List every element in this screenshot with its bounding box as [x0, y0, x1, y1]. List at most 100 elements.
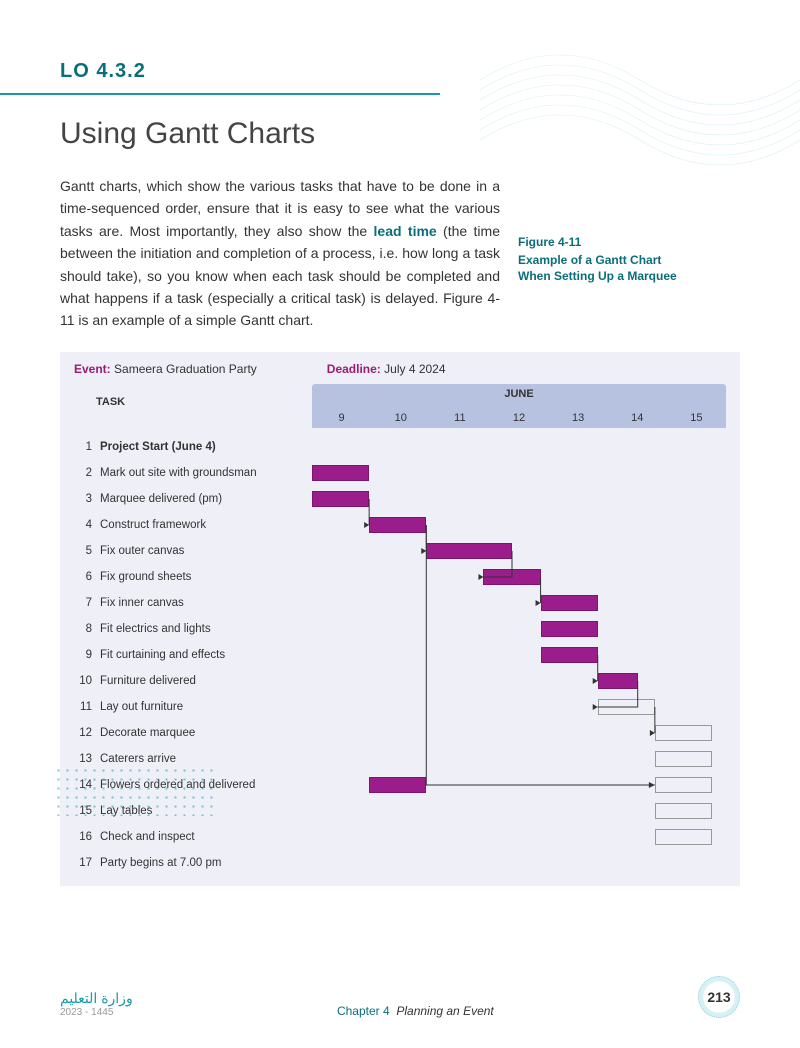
- chapter-title: Planning an Event: [396, 1004, 493, 1018]
- row-number: 4: [74, 519, 92, 531]
- page-footer: وزارة التعليم 2023 - 1445 Chapter 4 Plan…: [60, 976, 740, 1018]
- row-number: 2: [74, 467, 92, 479]
- gantt-row: 14Flowers ordered and delivered: [74, 772, 726, 798]
- learning-objective-label: LO 4.3.2: [60, 60, 740, 83]
- gantt-row: 11Lay out furniture: [74, 694, 726, 720]
- ministry-block: وزارة التعليم 2023 - 1445: [60, 990, 133, 1018]
- bar-area: [312, 802, 726, 820]
- deadline-label: Deadline:: [327, 362, 381, 376]
- gantt-row: 7Fix inner canvas: [74, 590, 726, 616]
- bar-area: [312, 698, 726, 716]
- gantt-bar: [312, 491, 369, 507]
- row-number: 17: [74, 857, 92, 869]
- day-col: 14: [608, 408, 667, 428]
- page-number: 213: [698, 976, 740, 1018]
- gantt-bar: [483, 569, 540, 585]
- body-paragraph: Gantt charts, which show the various tas…: [60, 175, 500, 332]
- task-name: Fix outer canvas: [92, 545, 312, 557]
- gantt-header: Event: Sameera Graduation Party Deadline…: [60, 352, 740, 428]
- ministry-arabic: وزارة التعليم: [60, 990, 133, 1007]
- ministry-year: 2023 - 1445: [60, 1007, 133, 1018]
- bar-area: [312, 750, 726, 768]
- gantt-bar: [541, 647, 598, 663]
- task-name: Party begins at 7.00 pm: [92, 857, 312, 869]
- gantt-bar: [369, 517, 426, 533]
- task-name: Decorate marquee: [92, 727, 312, 739]
- row-number: 15: [74, 805, 92, 817]
- bar-area: [312, 828, 726, 846]
- task-name: Lay out furniture: [92, 701, 312, 713]
- task-name: Fix ground sheets: [92, 571, 312, 583]
- gantt-row: 8Fit electrics and lights: [74, 616, 726, 642]
- task-name: Check and inspect: [92, 831, 312, 843]
- gantt-row: 5Fix outer canvas: [74, 538, 726, 564]
- gantt-bar: [426, 543, 512, 559]
- gantt-bar: [541, 595, 598, 611]
- gantt-row: 1Project Start (June 4): [74, 434, 726, 460]
- task-name: Project Start (June 4): [92, 441, 312, 453]
- gantt-row: 9Fit curtaining and effects: [74, 642, 726, 668]
- gantt-row: 4Construct framework: [74, 512, 726, 538]
- gantt-chart: Event: Sameera Graduation Party Deadline…: [60, 352, 740, 886]
- gantt-row: 2Mark out site with groundsman: [74, 460, 726, 486]
- gantt-row: 6Fix ground sheets: [74, 564, 726, 590]
- gantt-row: 16Check and inspect: [74, 824, 726, 850]
- bar-area: [312, 724, 726, 742]
- event-value: Sameera Graduation Party: [114, 362, 257, 376]
- task-name: Furniture delivered: [92, 675, 312, 687]
- task-name: Construct framework: [92, 519, 312, 531]
- row-number: 5: [74, 545, 92, 557]
- figure-description: Example of a Gantt Chart When Setting Up…: [518, 253, 677, 283]
- bar-area: [312, 620, 726, 638]
- gantt-row: 10Furniture delivered: [74, 668, 726, 694]
- row-number: 13: [74, 753, 92, 765]
- bar-area: [312, 490, 726, 508]
- bar-area: [312, 516, 726, 534]
- task-name: Fit electrics and lights: [92, 623, 312, 635]
- task-column-header: TASK: [74, 384, 312, 408]
- gantt-bar: [598, 699, 655, 715]
- bar-area: [312, 438, 726, 456]
- gantt-row: 17Party begins at 7.00 pm: [74, 850, 726, 876]
- page: LO 4.3.2 Using Gantt Charts Gantt charts…: [0, 0, 800, 926]
- figure-caption: Figure 4-11 Example of a Gantt Chart Whe…: [518, 235, 678, 332]
- event-label: Event:: [74, 362, 111, 376]
- row-number: 1: [74, 441, 92, 453]
- bar-area: [312, 646, 726, 664]
- task-name: Flowers ordered and delivered: [92, 779, 312, 791]
- gantt-bar: [312, 465, 369, 481]
- divider: [0, 93, 440, 95]
- gantt-body: 1Project Start (June 4)2Mark out site wi…: [60, 428, 740, 886]
- gantt-bar: [655, 829, 712, 845]
- day-col: 10: [371, 408, 430, 428]
- bar-area: [312, 854, 726, 872]
- gantt-bar: [655, 803, 712, 819]
- row-number: 16: [74, 831, 92, 843]
- bar-area: [312, 464, 726, 482]
- month-header: JUNE: [312, 384, 726, 408]
- day-col: 9: [312, 408, 371, 428]
- bar-area: [312, 594, 726, 612]
- bar-area: [312, 542, 726, 560]
- bar-area: [312, 568, 726, 586]
- chapter-label: Chapter 4 Planning an Event: [337, 1004, 494, 1018]
- day-headers: 9 10 11 12 13 14 15: [74, 408, 726, 428]
- row-number: 7: [74, 597, 92, 609]
- gantt-row: 12Decorate marquee: [74, 720, 726, 746]
- lead-time-term: lead time: [374, 223, 437, 239]
- row-number: 12: [74, 727, 92, 739]
- day-col: 11: [430, 408, 489, 428]
- gantt-bar: [655, 751, 712, 767]
- task-name: Fit curtaining and effects: [92, 649, 312, 661]
- bar-area: [312, 776, 726, 794]
- row-number: 3: [74, 493, 92, 505]
- gantt-row: 15Lay tables: [74, 798, 726, 824]
- gantt-bar: [598, 673, 638, 689]
- gantt-bar: [655, 777, 712, 793]
- deadline-value: July 4 2024: [384, 362, 445, 376]
- day-col: 12: [489, 408, 548, 428]
- body-row: Gantt charts, which show the various tas…: [60, 175, 740, 332]
- gantt-bar: [655, 725, 712, 741]
- bar-area: [312, 672, 726, 690]
- task-name: Fix inner canvas: [92, 597, 312, 609]
